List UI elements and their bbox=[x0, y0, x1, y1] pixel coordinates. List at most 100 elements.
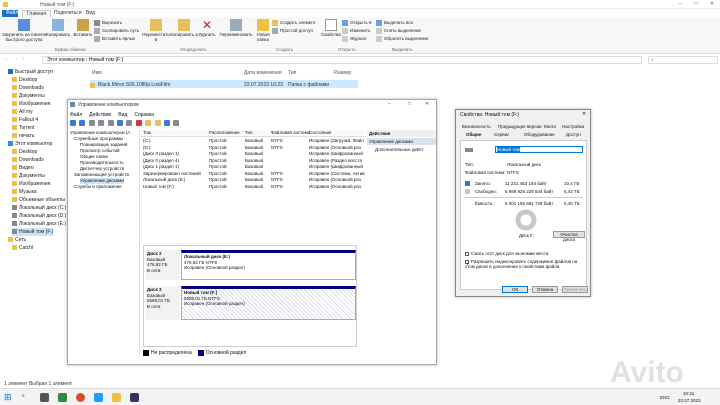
nav-item[interactable]: Catchl bbox=[12, 244, 33, 252]
move-to-button[interactable]: Переместить в bbox=[142, 19, 170, 42]
steam-icon[interactable] bbox=[94, 393, 103, 402]
col-status[interactable]: Состояние bbox=[309, 130, 331, 135]
cut-button[interactable]: Вырезать bbox=[94, 20, 122, 26]
open-icon[interactable] bbox=[154, 120, 161, 126]
properties-icon[interactable] bbox=[107, 120, 114, 126]
dm-minimize-button[interactable]: – bbox=[388, 101, 391, 107]
nav-item[interactable]: Локальный диск (C:) bbox=[12, 204, 66, 212]
action-disk-management[interactable]: Управление дисками bbox=[367, 138, 436, 145]
dm-close-button[interactable]: ✕ bbox=[425, 101, 429, 107]
props-close-button[interactable]: ✕ bbox=[582, 111, 586, 117]
tree-services-apps[interactable]: Службы и приложения bbox=[74, 184, 122, 190]
list-icon[interactable] bbox=[126, 120, 133, 126]
col-layout[interactable]: Расположение bbox=[209, 130, 240, 135]
paste-button[interactable]: Вставить bbox=[72, 19, 94, 37]
nav-item[interactable]: Документы bbox=[12, 172, 45, 180]
task-view-icon[interactable] bbox=[40, 393, 49, 402]
partition-f[interactable]: Новый том (F:) 5589,01 ГБ NTFS Исправен … bbox=[181, 286, 356, 320]
forward-arrow-icon[interactable]: → bbox=[13, 56, 18, 62]
tab-home[interactable]: Главная bbox=[22, 10, 52, 17]
forward-icon[interactable] bbox=[79, 120, 86, 126]
nav-item[interactable]: печать bbox=[12, 132, 35, 140]
breadcrumb-this-pc[interactable]: Этот компьютер bbox=[47, 57, 84, 63]
nav-item[interactable]: Локальный диск (E:) bbox=[12, 220, 66, 228]
nav-item[interactable]: Локальный диск (D:) bbox=[12, 212, 66, 220]
tab-quota[interactable]: Квота bbox=[544, 124, 556, 129]
invert-selection-button[interactable]: Обратить выделение bbox=[376, 36, 428, 42]
tab-previous-versions[interactable]: Предыдущие версии bbox=[498, 124, 541, 129]
nav-item[interactable]: Изображения bbox=[12, 100, 50, 108]
paste-shortcut-button[interactable]: Вставить ярлык bbox=[94, 36, 135, 42]
help-icon[interactable] bbox=[116, 120, 123, 126]
volume-row[interactable]: (Диск 0 раздел 1) Простой Базовый Исправен … bbox=[141, 151, 366, 157]
nav-item[interactable]: Изображения bbox=[12, 180, 50, 188]
maximize-button[interactable]: □ bbox=[688, 0, 704, 9]
search-icon[interactable]: ⌕ bbox=[22, 393, 31, 402]
tab-customize[interactable]: Настройка bbox=[562, 124, 584, 129]
compress-checkbox[interactable]: Сжать этот диск для экономии места bbox=[465, 251, 548, 256]
explorer-icon[interactable] bbox=[112, 393, 121, 402]
nav-item[interactable]: Downloads bbox=[12, 156, 44, 164]
action-more[interactable]: Дополнительные дейст bbox=[367, 146, 436, 153]
up-level-icon[interactable] bbox=[88, 120, 95, 126]
clock-date[interactable]: 22.07.2023 bbox=[678, 398, 701, 403]
menu-action[interactable]: Действие bbox=[89, 112, 111, 118]
nav-item[interactable]: Новый том (F:) bbox=[12, 228, 54, 236]
nav-item[interactable]: Объемные объекты bbox=[12, 196, 65, 204]
close-button[interactable]: ✕ bbox=[704, 0, 720, 9]
lang-indicator[interactable]: ENG bbox=[660, 395, 670, 400]
nav-item[interactable]: Сеть bbox=[8, 236, 26, 244]
history-button[interactable]: Журнал bbox=[342, 36, 366, 42]
copy-button[interactable]: Копировать bbox=[46, 19, 70, 37]
browser-icon[interactable] bbox=[76, 393, 85, 402]
volume-row[interactable]: (D:) Простой Базовый NTFS Исправен (Основной… bbox=[141, 145, 366, 151]
delete-button[interactable]: ✕ Удалить bbox=[198, 19, 216, 37]
volume-name-input[interactable]: Новый том bbox=[495, 146, 583, 153]
col-type[interactable]: Тип bbox=[245, 130, 253, 135]
file-row[interactable]: Black.Mirror.S06.1080p.LostFilm 22.07.20… bbox=[90, 80, 358, 88]
tab-sharing[interactable]: Доступ bbox=[566, 132, 581, 137]
cancel-button[interactable]: Отмена bbox=[532, 286, 558, 293]
copy-to-button[interactable]: Копировать в bbox=[170, 19, 198, 37]
column-type[interactable]: Тип bbox=[288, 70, 296, 76]
tab-share[interactable]: Поделиться bbox=[50, 10, 86, 17]
back-icon[interactable] bbox=[70, 120, 76, 126]
minimize-button[interactable]: – bbox=[672, 0, 688, 9]
nav-item[interactable]: All my bbox=[12, 108, 33, 116]
col-fs[interactable]: Файловая система bbox=[271, 130, 310, 135]
column-name[interactable]: Имя bbox=[92, 70, 102, 76]
properties-button[interactable]: Свойства bbox=[320, 19, 342, 37]
nav-item[interactable]: Быстрый доступ bbox=[8, 68, 53, 76]
tab-security[interactable]: Безопасность bbox=[462, 124, 491, 129]
index-checkbox[interactable]: ✓ Разрешить индексировать содержимое файл… bbox=[465, 259, 585, 269]
nav-item[interactable]: Fallout 4 bbox=[12, 116, 38, 124]
computer-management-icon[interactable] bbox=[130, 393, 139, 402]
show-tree-icon[interactable] bbox=[98, 120, 105, 126]
app-icon[interactable] bbox=[58, 393, 67, 402]
nav-item[interactable]: Музыка bbox=[12, 188, 37, 196]
column-date[interactable]: Дата изменения bbox=[244, 70, 282, 76]
open-button[interactable]: Открыть ▾ bbox=[342, 20, 371, 26]
delete-icon[interactable] bbox=[135, 120, 142, 126]
nav-item[interactable]: Этот компьютер bbox=[8, 140, 52, 148]
menu-view[interactable]: Вид bbox=[118, 112, 127, 118]
back-arrow-icon[interactable]: ← bbox=[4, 56, 9, 62]
volume-row[interactable]: (Диск 0 раздел 4) Простой Базовый Исправен … bbox=[141, 158, 366, 164]
nav-item[interactable]: Torrent bbox=[12, 124, 35, 132]
select-none-button[interactable]: Снять выделение bbox=[376, 28, 421, 34]
tab-tools[interactable]: Сервис bbox=[494, 132, 509, 137]
clock-time[interactable]: 10:31 bbox=[683, 391, 694, 396]
up-arrow-icon[interactable]: ↑ bbox=[22, 56, 25, 62]
column-size[interactable]: Размер bbox=[334, 70, 351, 76]
disk-2-label[interactable]: Диск 2 Базовый 476,92 ГБ В сети bbox=[146, 250, 180, 280]
pin-button[interactable]: Закрепить на панели быстрого доступа bbox=[2, 19, 46, 42]
ok-button[interactable]: ОК bbox=[502, 286, 528, 293]
dm-maximize-button[interactable]: □ bbox=[408, 101, 411, 107]
start-icon[interactable]: ⊞ bbox=[4, 393, 13, 402]
nav-item[interactable]: Downloads bbox=[12, 84, 44, 92]
breadcrumb-volume[interactable]: Новый том (F:) bbox=[89, 57, 123, 63]
nav-item[interactable]: Документы bbox=[12, 92, 45, 100]
volume-row[interactable]: (Диск 1 раздел 1) Простой Базовый Исправен … bbox=[141, 164, 366, 170]
tab-general[interactable]: Общие bbox=[466, 132, 481, 137]
nav-item[interactable]: Desktop bbox=[12, 76, 37, 84]
